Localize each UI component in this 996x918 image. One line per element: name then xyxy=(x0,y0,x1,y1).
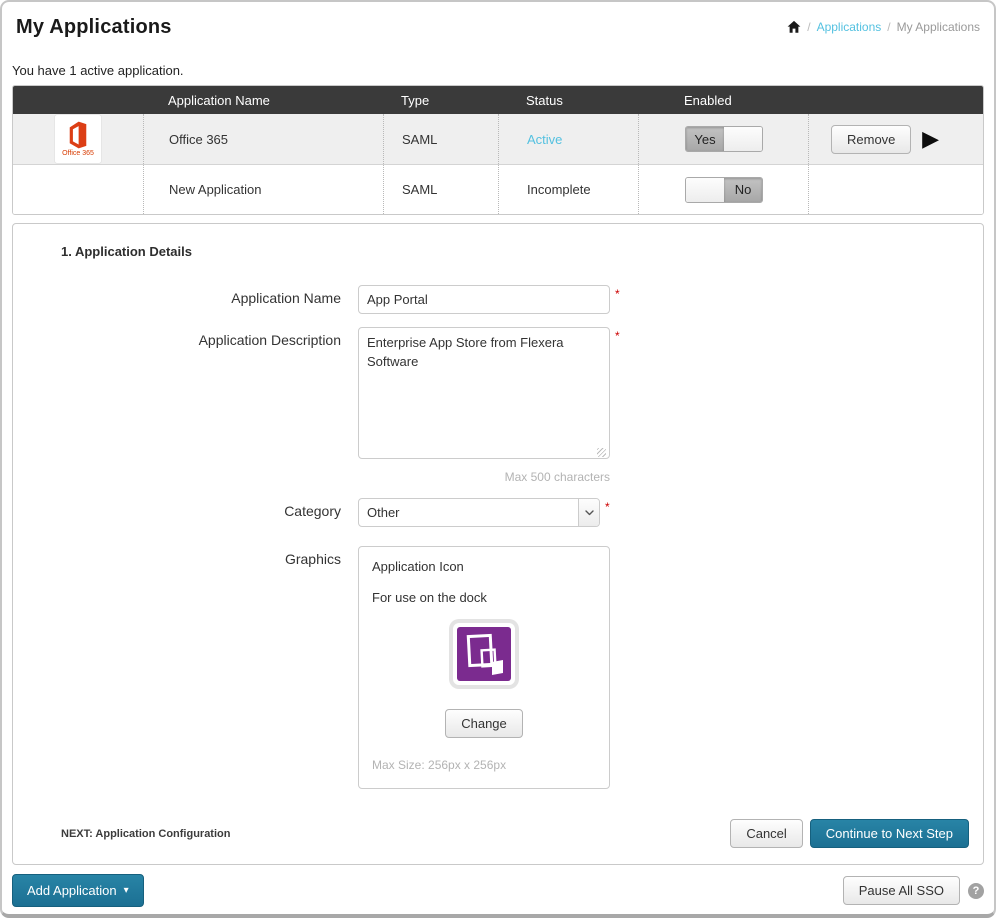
breadcrumb-link-applications[interactable]: Applications xyxy=(817,20,882,34)
app-window: My Applications / Applications / My Appl… xyxy=(0,0,996,918)
page-footer: Add Application ▾ Pause All SSO ? xyxy=(12,874,984,907)
page-header: My Applications / Applications / My Appl… xyxy=(12,2,984,39)
enabled-toggle-new-application[interactable]: No xyxy=(685,177,763,203)
change-icon-button[interactable]: Change xyxy=(445,709,523,738)
category-row: Category Other * xyxy=(13,498,983,527)
empty-actions-cell xyxy=(808,165,983,214)
header-icon-column xyxy=(13,86,143,114)
application-description-row: Application Description Enterprise App S… xyxy=(13,327,983,484)
toggle-on-segment[interactable] xyxy=(686,178,724,202)
application-name-label: Application Name xyxy=(13,285,358,306)
help-icon[interactable]: ? xyxy=(968,883,984,899)
app-portal-icon xyxy=(453,623,515,685)
application-description-label: Application Description xyxy=(13,327,358,348)
header-application-name: Application Name xyxy=(143,86,383,114)
next-step-hint: NEXT: Application Configuration xyxy=(61,828,230,840)
add-application-label: Add Application xyxy=(27,883,117,898)
breadcrumb-separator: / xyxy=(887,20,890,34)
graphics-box: Application Icon For use on the dock xyxy=(358,546,610,789)
breadcrumb-current: My Applications xyxy=(897,20,980,34)
home-icon[interactable] xyxy=(787,20,801,34)
add-application-button[interactable]: Add Application ▾ xyxy=(12,874,144,907)
table-header-row: Application Name Type Status Enabled xyxy=(13,86,983,114)
required-asterisk: * xyxy=(615,285,620,301)
caret-down-icon: ▾ xyxy=(124,886,129,896)
office-365-logo-glyph xyxy=(65,121,91,149)
app-name-cell: New Application xyxy=(143,165,383,214)
app-type-cell: SAML xyxy=(383,165,498,214)
expand-row-arrow-icon[interactable]: ▶ xyxy=(922,128,939,150)
required-asterisk: * xyxy=(605,498,610,514)
graphics-label: Graphics xyxy=(13,546,358,567)
empty-icon-cell xyxy=(13,165,143,214)
table-row-office-365[interactable]: Office 365 Office 365 SAML Active Yes Re… xyxy=(13,114,983,164)
app-status-cell: Incomplete xyxy=(498,165,638,214)
enabled-toggle-office-365[interactable]: Yes xyxy=(685,126,763,152)
breadcrumb: / Applications / My Applications xyxy=(787,16,980,34)
applications-table: Application Name Type Status Enabled Off… xyxy=(12,85,984,215)
breadcrumb-separator: / xyxy=(807,20,810,34)
category-select[interactable]: Other xyxy=(358,498,600,527)
continue-to-next-step-button[interactable]: Continue to Next Step xyxy=(810,819,969,848)
application-icon-title: Application Icon xyxy=(372,559,596,574)
application-icon-subtitle: For use on the dock xyxy=(372,590,596,605)
active-application-summary: You have 1 active application. xyxy=(12,63,984,78)
office-365-icon-label: Office 365 xyxy=(62,150,94,157)
graphics-row: Graphics Application Icon For use on the… xyxy=(13,546,983,789)
category-selected-value: Other xyxy=(359,499,578,526)
header-enabled: Enabled xyxy=(638,86,808,114)
toggle-yes-segment[interactable]: Yes xyxy=(686,127,724,151)
app-type-cell: SAML xyxy=(383,114,498,164)
toggle-off-segment[interactable] xyxy=(724,127,762,151)
application-name-input[interactable] xyxy=(358,285,610,314)
office-365-icon: Office 365 xyxy=(55,115,101,163)
application-description-textarea[interactable]: Enterprise App Store from Flexera Softwa… xyxy=(358,327,610,459)
required-asterisk: * xyxy=(615,327,620,343)
application-details-panel: 1. Application Details Application Name … xyxy=(12,223,984,865)
header-status: Status xyxy=(498,86,638,114)
pause-all-sso-button[interactable]: Pause All SSO xyxy=(843,876,960,905)
category-label: Category xyxy=(13,498,358,519)
application-name-row: Application Name * xyxy=(13,285,983,314)
table-row-new-application[interactable]: New Application SAML Incomplete No xyxy=(13,164,983,214)
cancel-button[interactable]: Cancel xyxy=(730,819,802,848)
max-characters-hint: Max 500 characters xyxy=(358,470,610,484)
header-actions-column xyxy=(808,86,983,114)
header-type: Type xyxy=(383,86,498,114)
toggle-no-segment[interactable]: No xyxy=(724,178,762,202)
page-title: My Applications xyxy=(16,16,172,39)
chevron-down-icon[interactable] xyxy=(578,499,599,526)
max-size-hint: Max Size: 256px x 256px xyxy=(372,758,596,772)
app-name-cell: Office 365 xyxy=(143,114,383,164)
section-heading: 1. Application Details xyxy=(61,244,983,259)
remove-button[interactable]: Remove xyxy=(831,125,911,154)
app-status-link[interactable]: Active xyxy=(498,114,638,164)
panel-footer: NEXT: Application Configuration Cancel C… xyxy=(13,819,983,848)
